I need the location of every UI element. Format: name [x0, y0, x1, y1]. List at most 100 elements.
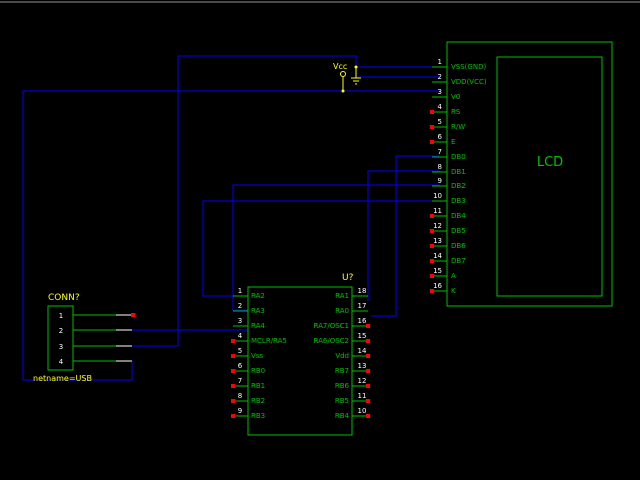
lcd-pin-end	[430, 140, 434, 144]
mcu-pin-end	[366, 354, 370, 358]
conn-pin-number: 1	[59, 312, 63, 320]
lcd-title: LCD	[537, 155, 563, 170]
mcu-pin-end	[231, 339, 235, 343]
lcd-screen	[496, 56, 603, 297]
schematic-diagram: Vcc LCD 1VSS(GND)2VDD(VCC)3V04RS5R/W6E7D…	[0, 1, 640, 436]
mcu-pin-name: RB1	[251, 382, 265, 390]
gnd-junction	[354, 65, 358, 69]
lcd-pin-number: 7	[438, 148, 442, 156]
mcu-pin-end	[366, 339, 370, 343]
lcd-pin-end	[430, 289, 434, 293]
lcd-pin-name: K	[451, 287, 456, 295]
mcu-pin-name: RA0	[335, 307, 349, 315]
lcd-pin-number: 3	[438, 88, 442, 96]
mcu-ref: U?	[342, 273, 354, 283]
lcd-pin-name: RS	[451, 108, 461, 116]
mcu-pin-end	[366, 399, 370, 403]
schematic-canvas: Vcc LCD 1 VSS(GND) 2 VDD(VCC) 3 V0 4 RS 5 R/W 6 E 7 D…	[0, 0, 640, 480]
lcd-pin-number: 15	[433, 267, 442, 275]
mcu-pin-end	[231, 399, 235, 403]
lcd-pin-number: 1	[438, 58, 442, 66]
lcd-pin-number: 10	[433, 192, 442, 200]
lcd-pin-end	[430, 244, 434, 248]
mcu-pin-name: RA2	[251, 292, 265, 300]
mcu-pin-name: Vss	[251, 352, 263, 360]
mcu-pin-name: RA6/OSC2	[314, 337, 349, 345]
mcu-pin-number: 10	[358, 407, 367, 415]
mcu-pin-name: RB4	[335, 412, 350, 420]
mcu-pin-name: RB6	[335, 382, 350, 390]
lcd-pin-number: 4	[438, 103, 443, 111]
lcd-pin-name: V0	[451, 93, 460, 101]
conn-pin-number: 3	[59, 343, 63, 351]
mcu-pin-name: RA4	[251, 322, 265, 330]
lcd-pin-number: 12	[433, 222, 442, 230]
mcu-pin-number: 13	[358, 362, 367, 370]
mcu-pin-end	[231, 384, 235, 388]
lcd-pin-end	[430, 125, 434, 129]
lcd-pin-name: E	[451, 138, 455, 146]
conn-netname: netname=USB	[33, 374, 92, 383]
mcu-right-pins: 18 RA1 17 RA0 16 RA7/OSC1 15 RA6/OSC2 14 Vdd 13 RB7…	[314, 287, 370, 420]
lcd-pin-end	[430, 214, 434, 218]
lcd-pin-number: 11	[433, 207, 442, 215]
mcu-pin-number: 7	[238, 377, 242, 385]
connector-component: CONN? 1 2 3 4 netname=USB	[33, 293, 135, 383]
mcu-pin-number: 17	[358, 302, 367, 310]
wire-db1	[367, 170, 440, 301]
wires	[22, 55, 440, 381]
lcd-component: LCD 1 VSS(GND) 2 VDD(VCC) 3 V0 4 RS 5 R/W 6E 7 DB0 8 D…	[430, 41, 613, 307]
lcd-pin-name: DB1	[451, 168, 466, 176]
wire-db0	[371, 155, 440, 317]
mcu-pin-name: RB3	[251, 412, 265, 420]
lcd-pin-name: DB5	[451, 227, 466, 235]
mcu-pin-number: 9	[238, 407, 242, 415]
mcu-pin-name: RB0	[251, 367, 265, 375]
lcd-pin-name: DB4	[451, 212, 466, 220]
mcu-pin-end	[366, 384, 370, 388]
mcu-pin-end	[231, 369, 235, 373]
conn-pin-end	[131, 313, 135, 317]
lcd-pins: 1 VSS(GND) 2 VDD(VCC) 3 V0 4 RS 5 R/W 6E 7 DB0 8 DB1 9 D…	[430, 58, 487, 295]
mcu-pin-name: RB7	[335, 367, 349, 375]
mcu-pin-number: 15	[358, 332, 367, 340]
lcd-pin-number: 2	[438, 73, 442, 81]
mcu-pin-name: MCLR/RA5	[251, 337, 287, 345]
mcu-pin-number: 11	[358, 392, 367, 400]
conn-ref: CONN?	[48, 293, 80, 303]
mcu-pin-number: 16	[358, 317, 367, 325]
mcu-pin-end	[366, 324, 370, 328]
lcd-pin-end	[430, 259, 434, 263]
mcu-pin-number: 12	[358, 377, 367, 385]
lcd-pin-name: DB3	[451, 197, 466, 205]
mcu-pin-end	[366, 414, 370, 418]
mcu-pin-number: 1	[238, 287, 242, 295]
wire-v0	[22, 90, 440, 381]
lcd-pin-name: A	[451, 272, 456, 280]
mcu-pin-number: 6	[238, 362, 243, 370]
mcu-pin-name: Vdd	[335, 352, 349, 360]
lcd-pin-name: DB7	[451, 257, 466, 265]
conn-pins: 1 2 3 4	[59, 312, 135, 366]
conn-pin-number: 2	[59, 327, 63, 335]
mcu-pin-end	[231, 354, 235, 358]
mcu-pin-end	[366, 369, 370, 373]
lcd-pin-number: 16	[433, 282, 442, 290]
mcu-pin-number: 2	[238, 302, 242, 310]
mcu-pin-end	[231, 414, 235, 418]
mcu-pin-number: 4	[238, 332, 243, 340]
vcc-symbol	[340, 71, 346, 77]
lcd-pin-number: 5	[438, 118, 442, 126]
lcd-pin-number: 6	[438, 133, 443, 141]
mcu-component: U? 1 RA2 2 RA3 3 RA4 4 MCLR/RA5 5 Vss 6 RB0 7 RB1 8 RB2…	[231, 273, 370, 436]
lcd-pin-name: VDD(VCC)	[451, 78, 487, 86]
lcd-pin-end	[430, 229, 434, 233]
mcu-pin-name: RB2	[251, 397, 265, 405]
mcu-pin-number: 3	[238, 317, 242, 325]
wire-db3	[202, 200, 440, 297]
lcd-pin-end	[430, 274, 434, 278]
lcd-pin-number: 8	[438, 163, 442, 171]
lcd-pin-name: R/W	[451, 123, 465, 131]
lcd-pin-name: DB0	[451, 153, 466, 161]
mcu-pin-name: RA1	[335, 292, 349, 300]
